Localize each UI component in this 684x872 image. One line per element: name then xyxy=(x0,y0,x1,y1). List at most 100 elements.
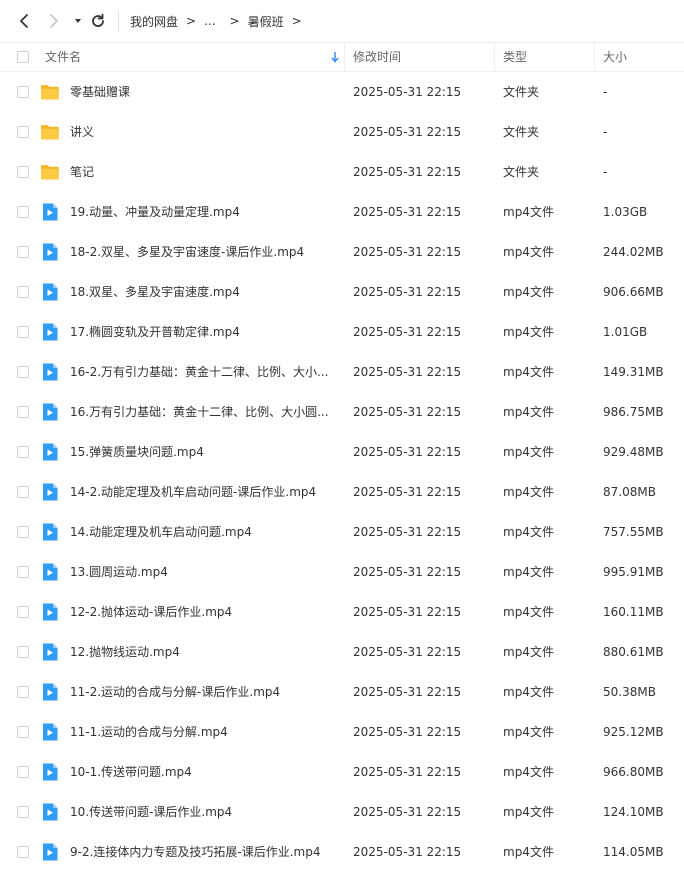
file-modified-time: 2025-05-31 22:15 xyxy=(353,485,462,499)
file-row[interactable]: 9-2.连接体内力专题及技巧拓展-课后作业.mp4 2025-05-31 22:1… xyxy=(0,832,684,872)
row-checkbox[interactable] xyxy=(17,806,29,818)
row-checkbox[interactable] xyxy=(17,726,29,738)
file-row[interactable]: 18.双星、多星及宇宙速度.mp4 2025-05-31 22:15 mp4文件 90… xyxy=(0,272,684,312)
file-size: 124.10MB xyxy=(603,805,664,819)
file-name[interactable]: 零基础赠课 xyxy=(70,72,332,112)
select-all-checkbox[interactable] xyxy=(17,51,29,63)
file-size: 757.55MB xyxy=(603,525,664,539)
file-name[interactable]: 18-2.双星、多星及宇宙速度-课后作业.mp4 xyxy=(70,232,332,272)
row-checkbox[interactable] xyxy=(17,86,29,98)
row-checkbox[interactable] xyxy=(17,846,29,858)
file-row[interactable]: 11-2.运动的合成与分解-课后作业.mp4 2025-05-31 22:15 mp… xyxy=(0,672,684,712)
caret-down-icon xyxy=(75,19,81,23)
folder-icon xyxy=(40,122,60,142)
file-name[interactable]: 笔记 xyxy=(70,152,332,192)
file-size: 1.01GB xyxy=(603,325,648,339)
file-row[interactable]: 17.椭圆变轨及开普勒定律.mp4 2025-05-31 22:15 mp4文件 1.… xyxy=(0,312,684,352)
video-file-icon xyxy=(40,602,60,622)
sort-descending-icon[interactable] xyxy=(331,51,339,63)
file-name[interactable]: 16-2.万有引力基础：黄金十二律、比例、大小... xyxy=(70,352,332,392)
breadcrumb-item-ellipsis[interactable]: ... xyxy=(204,14,215,28)
row-checkbox[interactable] xyxy=(17,526,29,538)
file-name[interactable]: 10-1.传送带问题.mp4 xyxy=(70,752,332,792)
file-name[interactable]: 12-2.抛体运动-课后作业.mp4 xyxy=(70,592,332,632)
file-name[interactable]: 14.动能定理及机车启动问题.mp4 xyxy=(70,512,332,552)
file-name[interactable]: 讲义 xyxy=(70,112,332,152)
history-dropdown-button[interactable] xyxy=(68,11,88,31)
forward-button[interactable] xyxy=(44,11,64,31)
file-modified-time: 2025-05-31 22:15 xyxy=(353,445,462,459)
row-checkbox[interactable] xyxy=(17,646,29,658)
file-row[interactable]: 零基础赠课 2025-05-31 22:15 文件夹 - xyxy=(0,72,684,112)
file-modified-time: 2025-05-31 22:15 xyxy=(353,125,462,139)
file-row[interactable]: 12.抛物线运动.mp4 2025-05-31 22:15 mp4文件 880.61M… xyxy=(0,632,684,672)
file-size: 929.48MB xyxy=(603,445,664,459)
video-file-icon xyxy=(40,802,60,822)
back-button[interactable] xyxy=(14,11,34,31)
column-divider xyxy=(494,43,495,71)
column-header-name[interactable]: 文件名 xyxy=(45,43,81,71)
row-checkbox[interactable] xyxy=(17,366,29,378)
file-name[interactable]: 9-2.连接体内力专题及技巧拓展-课后作业.mp4 xyxy=(70,832,332,872)
breadcrumb-item-root[interactable]: 我的网盘 xyxy=(130,13,178,30)
file-row[interactable]: 笔记 2025-05-31 22:15 文件夹 - xyxy=(0,152,684,192)
breadcrumb-separator: > xyxy=(291,14,302,28)
file-row[interactable]: 18-2.双星、多星及宇宙速度-课后作业.mp4 2025-05-31 22:15… xyxy=(0,232,684,272)
file-size: 114.05MB xyxy=(603,845,664,859)
row-checkbox[interactable] xyxy=(17,326,29,338)
file-size: 906.66MB xyxy=(603,285,664,299)
file-name[interactable]: 18.双星、多星及宇宙速度.mp4 xyxy=(70,272,332,312)
file-row[interactable]: 19.动量、冲量及动量定理.mp4 2025-05-31 22:15 mp4文件 1.… xyxy=(0,192,684,232)
row-checkbox[interactable] xyxy=(17,246,29,258)
file-row[interactable]: 12-2.抛体运动-课后作业.mp4 2025-05-31 22:15 mp4文件 1… xyxy=(0,592,684,632)
file-row[interactable]: 11-1.运动的合成与分解.mp4 2025-05-31 22:15 mp4文件 92… xyxy=(0,712,684,752)
file-name[interactable]: 12.抛物线运动.mp4 xyxy=(70,632,332,672)
file-row[interactable]: 10-1.传送带问题.mp4 2025-05-31 22:15 mp4文件 966.8… xyxy=(0,752,684,792)
file-row[interactable]: 16-2.万有引力基础：黄金十二律、比例、大小... 2025-05-31 22:… xyxy=(0,352,684,392)
file-type: mp4文件 xyxy=(503,725,554,739)
file-name[interactable]: 17.椭圆变轨及开普勒定律.mp4 xyxy=(70,312,332,352)
file-type: mp4文件 xyxy=(503,685,554,699)
row-checkbox[interactable] xyxy=(17,766,29,778)
file-name[interactable]: 13.圆周运动.mp4 xyxy=(70,552,332,592)
file-list-header: 文件名 修改时间 类型 大小 xyxy=(0,42,684,72)
column-header-modified[interactable]: 修改时间 xyxy=(353,43,401,71)
column-header-type[interactable]: 类型 xyxy=(503,43,527,71)
row-checkbox[interactable] xyxy=(17,126,29,138)
file-row[interactable]: 讲义 2025-05-31 22:15 文件夹 - xyxy=(0,112,684,152)
file-name[interactable]: 11-1.运动的合成与分解.mp4 xyxy=(70,712,332,752)
file-name[interactable]: 11-2.运动的合成与分解-课后作业.mp4 xyxy=(70,672,332,712)
folder-icon xyxy=(40,82,60,102)
toolbar: 我的网盘 > ... > 暑假班 > xyxy=(0,0,684,42)
row-checkbox[interactable] xyxy=(17,446,29,458)
file-type: mp4文件 xyxy=(503,645,554,659)
row-checkbox[interactable] xyxy=(17,286,29,298)
file-row[interactable]: 15.弹簧质量块问题.mp4 2025-05-31 22:15 mp4文件 929.4… xyxy=(0,432,684,472)
row-checkbox[interactable] xyxy=(17,406,29,418)
file-modified-time: 2025-05-31 22:15 xyxy=(353,845,462,859)
file-type: mp4文件 xyxy=(503,565,554,579)
file-row[interactable]: 13.圆周运动.mp4 2025-05-31 22:15 mp4文件 995.91MB xyxy=(0,552,684,592)
file-row[interactable]: 16.万有引力基础：黄金十二律、比例、大小圆... 2025-05-31 22:1… xyxy=(0,392,684,432)
file-name[interactable]: 10.传送带问题-课后作业.mp4 xyxy=(70,792,332,832)
file-row[interactable]: 10.传送带问题-课后作业.mp4 2025-05-31 22:15 mp4文件 12… xyxy=(0,792,684,832)
file-row[interactable]: 14-2.动能定理及机车启动问题-课后作业.mp4 2025-05-31 22:1… xyxy=(0,472,684,512)
row-checkbox[interactable] xyxy=(17,486,29,498)
row-checkbox[interactable] xyxy=(17,686,29,698)
file-name[interactable]: 16.万有引力基础：黄金十二律、比例、大小圆... xyxy=(70,392,332,432)
toolbar-divider xyxy=(118,10,119,32)
file-row[interactable]: 14.动能定理及机车启动问题.mp4 2025-05-31 22:15 mp4文件 7… xyxy=(0,512,684,552)
breadcrumb-item-current[interactable]: 暑假班 xyxy=(248,13,284,30)
row-checkbox[interactable] xyxy=(17,166,29,178)
row-checkbox[interactable] xyxy=(17,606,29,618)
file-size: - xyxy=(603,85,608,99)
file-modified-time: 2025-05-31 22:15 xyxy=(353,85,462,99)
file-name[interactable]: 19.动量、冲量及动量定理.mp4 xyxy=(70,192,332,232)
row-checkbox[interactable] xyxy=(17,206,29,218)
column-header-size[interactable]: 大小 xyxy=(603,43,627,71)
file-type: 文件夹 xyxy=(503,165,540,179)
row-checkbox[interactable] xyxy=(17,566,29,578)
file-name[interactable]: 15.弹簧质量块问题.mp4 xyxy=(70,432,332,472)
refresh-button[interactable] xyxy=(88,11,108,31)
file-name[interactable]: 14-2.动能定理及机车启动问题-课后作业.mp4 xyxy=(70,472,332,512)
